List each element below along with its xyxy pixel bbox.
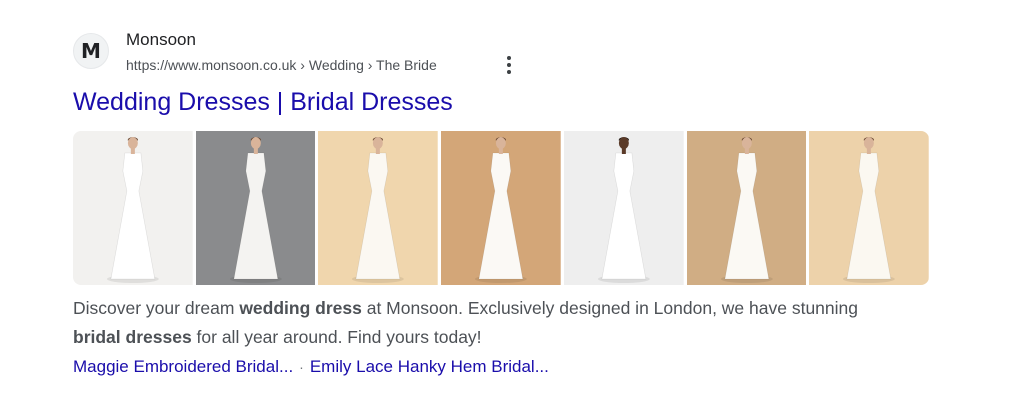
snippet-text: at Monsoon. Exclusively designed in Lond… [361,298,858,318]
sitelink-maggie[interactable]: Maggie Embroidered Bridal... [73,357,293,376]
gallery-image-2[interactable] [195,131,316,285]
gallery-image-1[interactable] [73,131,193,285]
sitelink-emily[interactable]: Emily Lace Hanky Hem Bridal... [310,357,549,376]
sitelink-separator: · [299,359,304,375]
gallery-image-5[interactable] [563,131,684,285]
snippet-highlight: bridal dresses [73,327,192,347]
search-result: M Monsoon https://www.monsoon.co.uk › We… [73,29,953,376]
more-vert-icon[interactable] [501,54,517,76]
gallery-image-3[interactable] [318,131,439,285]
site-url-breadcrumb[interactable]: https://www.monsoon.co.uk › Wedding › Th… [126,56,437,74]
site-name[interactable]: Monsoon [126,29,196,51]
gallery-image-6[interactable] [686,131,807,285]
image-gallery [73,131,929,285]
snippet-text: Discover your dream [73,298,240,318]
gallery-image-7[interactable] [809,131,929,285]
result-title-link[interactable]: Wedding Dresses | Bridal Dresses [73,87,453,117]
snippet-text: for all year around. Find yours today! [191,327,482,347]
gallery-image-4[interactable] [441,131,561,285]
result-snippet: Discover your dream wedding dress at Mon… [73,294,943,352]
site-favicon[interactable]: M [73,33,109,69]
sitelinks: Maggie Embroidered Bridal... · Emily Lace … [73,355,549,379]
snippet-highlight: wedding dress [239,298,362,318]
site-header[interactable]: M Monsoon https://www.monsoon.co.uk › We… [73,29,953,79]
